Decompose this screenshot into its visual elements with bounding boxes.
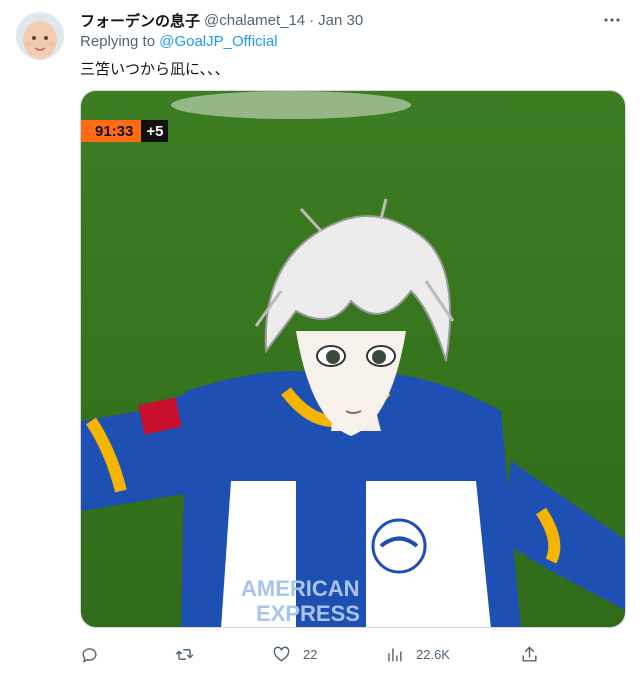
retweet-button[interactable] bbox=[175, 640, 194, 668]
views-button[interactable]: 22.6K bbox=[385, 640, 450, 668]
tweet-text: 三笘いつから凪に、、、 bbox=[80, 61, 230, 78]
like-count: 22 bbox=[303, 646, 318, 662]
author-display-name[interactable]: フォーデンの息子 bbox=[80, 10, 200, 31]
reply-button[interactable] bbox=[80, 640, 99, 668]
share-button[interactable] bbox=[520, 640, 539, 668]
reply-mention-link[interactable]: @GoalJP_Official bbox=[159, 33, 277, 50]
reply-icon bbox=[82, 647, 97, 662]
views-count: 22.6K bbox=[416, 646, 450, 662]
match-clock-added-time: +5 bbox=[141, 120, 169, 142]
heart-icon bbox=[273, 646, 290, 662]
match-clock-time: 91:33 bbox=[81, 120, 142, 142]
retweet-icon bbox=[175, 648, 194, 660]
tweet-actions: 22 22.6K bbox=[80, 640, 550, 668]
avatar-image bbox=[16, 12, 64, 60]
match-clock: 91:33 +5 bbox=[81, 120, 169, 142]
replying-to: Replying to @GoalJP_Official bbox=[80, 33, 278, 50]
reply-prefix: Replying to bbox=[80, 33, 156, 50]
jersey-sponsor-text-2: EXPRESS bbox=[256, 601, 360, 626]
tweet-media-image[interactable]: AMERICAN EXPRESS 91:33 +5 bbox=[80, 90, 626, 628]
separator-dot: · bbox=[309, 11, 315, 29]
media-illustration: AMERICAN EXPRESS bbox=[81, 91, 625, 627]
author-handle[interactable]: @chalamet_14 bbox=[204, 12, 305, 29]
share-icon bbox=[522, 646, 537, 662]
more-icon[interactable] bbox=[600, 8, 624, 32]
like-button[interactable]: 22 bbox=[272, 640, 317, 668]
bar-chart-icon bbox=[388, 647, 402, 662]
tweet-header: フォーデンの息子 @chalamet_14 · Jan 30 bbox=[80, 10, 624, 30]
tweet-date[interactable]: Jan 30 bbox=[318, 12, 363, 29]
avatar[interactable] bbox=[16, 12, 64, 60]
jersey-sponsor-text-1: AMERICAN bbox=[241, 576, 360, 601]
